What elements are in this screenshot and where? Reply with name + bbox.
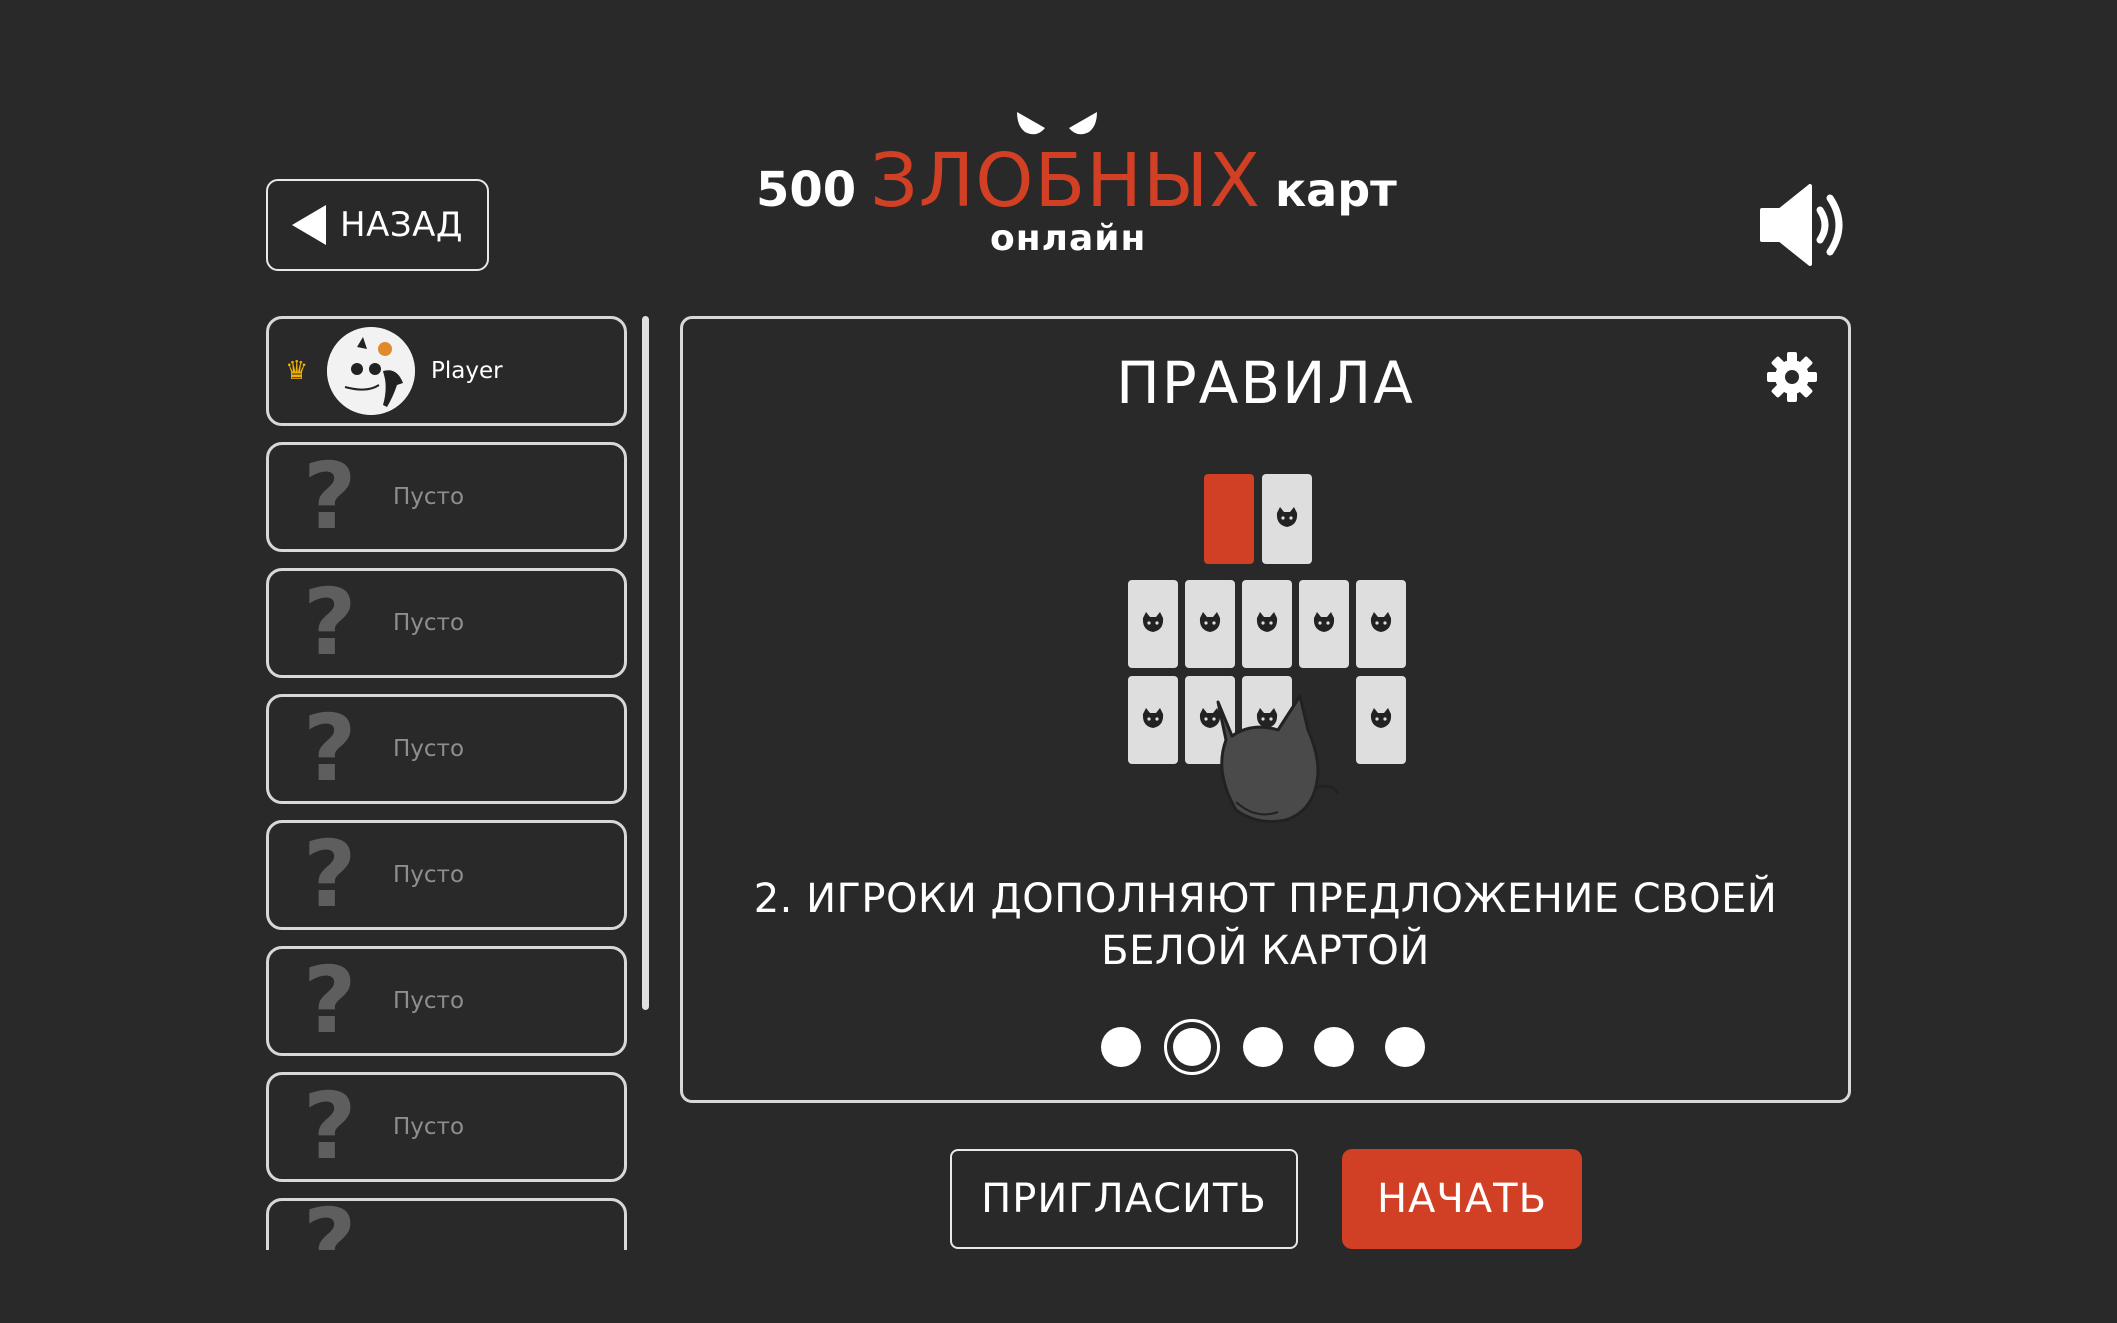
rules-pagination bbox=[1101, 1019, 1425, 1075]
empty-slot-label: Пусто bbox=[393, 988, 465, 1014]
question-mark-icon: ? bbox=[303, 695, 357, 802]
evil-eyes-icon bbox=[1017, 112, 1097, 135]
rules-page-dot[interactable] bbox=[1314, 1027, 1354, 1067]
rules-title: ПРАВИЛА bbox=[1116, 349, 1415, 417]
back-button[interactable]: НАЗАД bbox=[266, 179, 489, 271]
empty-slot-label: Пусто bbox=[393, 862, 465, 888]
empty-slot-label: Пусто bbox=[393, 736, 465, 762]
rules-panel: ПРАВИЛА 2. ИГРОКИ ДОПОЛНЯЮТ ПРЕДЛОЖЕНИЕ … bbox=[680, 316, 1851, 1103]
player-slot-empty: ? Пусто bbox=[266, 568, 627, 678]
back-button-label: НАЗАД bbox=[340, 205, 463, 245]
player-slot-empty: ? Пусто bbox=[266, 442, 627, 552]
logo-evil-word: ЗЛОБНЫХ bbox=[870, 138, 1261, 224]
question-mark-icon: ? bbox=[303, 443, 357, 550]
speaker-volume-icon[interactable] bbox=[1758, 182, 1848, 268]
player-list-scrollbar[interactable] bbox=[642, 316, 649, 1010]
player-slot-empty: ? Пусто bbox=[266, 946, 627, 1056]
player-slot-empty: ? Пусто bbox=[266, 820, 627, 930]
question-mark-icon: ? bbox=[303, 947, 357, 1054]
crown-icon: ♛ bbox=[285, 356, 309, 386]
avatar bbox=[327, 327, 415, 415]
player-slot-empty: ? bbox=[266, 1189, 627, 1251]
rules-page-dot[interactable] bbox=[1385, 1027, 1425, 1067]
gear-icon[interactable] bbox=[1766, 351, 1818, 403]
question-mark-icon: ? bbox=[303, 569, 357, 676]
game-logo: 500 ЗЛОБНЫХ карт онлайн bbox=[750, 100, 1397, 270]
player-slot-empty: ? Пусто bbox=[266, 694, 627, 804]
empty-slot-label: Пусто bbox=[393, 484, 465, 510]
rules-step-caption: 2. ИГРОКИ ДОПОЛНЯЮТ ПРЕДЛОЖЕНИЕ СВОЕЙ БЕ… bbox=[753, 876, 1778, 974]
empty-slot-label: Пусто bbox=[393, 610, 465, 636]
player-slot-host[interactable]: ♛ Player bbox=[266, 316, 627, 426]
player-name: Player bbox=[431, 358, 503, 384]
rules-page-dot[interactable] bbox=[1243, 1027, 1283, 1067]
question-mark-icon: ? bbox=[303, 1189, 357, 1251]
logo-cards-word: карт bbox=[1274, 163, 1397, 217]
back-arrow-icon bbox=[292, 205, 327, 245]
question-mark-icon: ? bbox=[303, 821, 357, 928]
rules-page-dot[interactable] bbox=[1101, 1027, 1141, 1067]
question-mark-icon: ? bbox=[303, 1073, 357, 1180]
player-slot-empty: ? Пусто bbox=[266, 1072, 627, 1182]
logo-subtitle: онлайн bbox=[990, 218, 1147, 259]
rules-page-dot-active[interactable] bbox=[1164, 1019, 1220, 1075]
invite-button[interactable]: ПРИГЛАСИТЬ bbox=[950, 1149, 1298, 1249]
start-button[interactable]: НАЧАТЬ bbox=[1342, 1149, 1582, 1249]
rules-step-illustration bbox=[1128, 474, 1406, 824]
player-list[interactable]: ♛ Player ? Пусто ? Пусто ? Пусто ? Пусто… bbox=[266, 316, 628, 1250]
logo-number: 500 bbox=[756, 162, 857, 218]
game-lobby-screen: НАЗАД 500 ЗЛОБНЫХ карт онлайн ♛ Player ?… bbox=[0, 0, 2117, 1323]
empty-slot-label: Пусто bbox=[393, 1114, 465, 1140]
